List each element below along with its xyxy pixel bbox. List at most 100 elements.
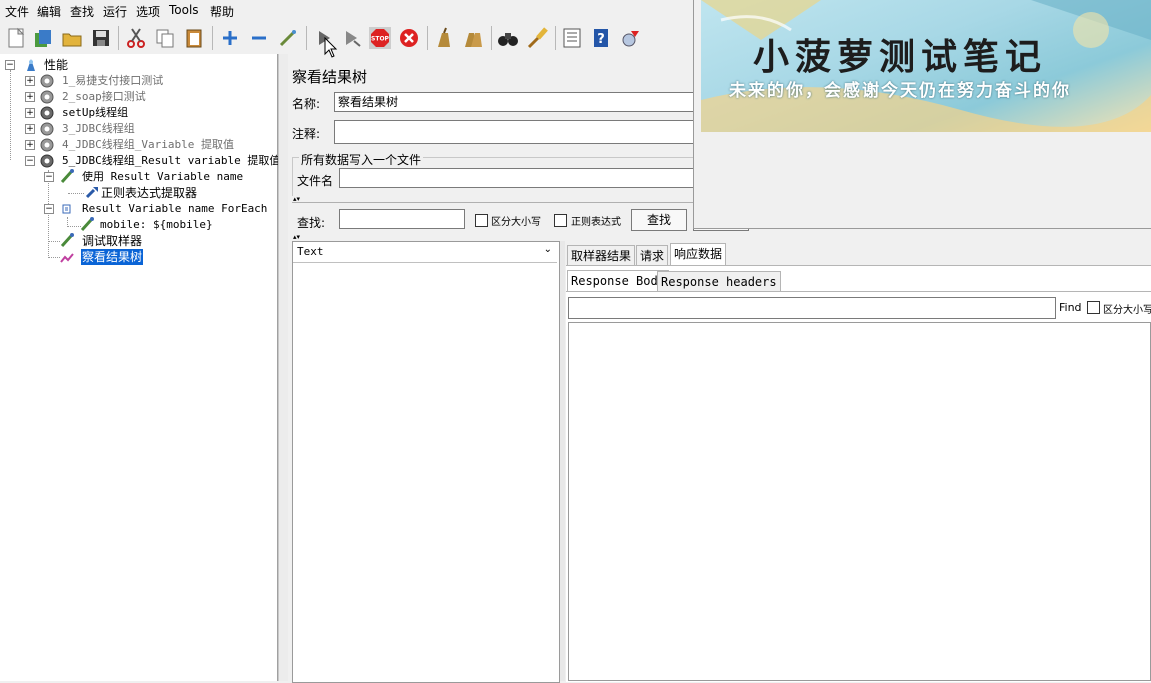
file-group-label: 所有数据写入一个文件 — [299, 151, 424, 168]
tab-response-body[interactable]: Response Body — [567, 270, 669, 291]
collapse-icon[interactable]: − — [44, 204, 54, 214]
search-label: 查找: — [297, 216, 326, 230]
tree-child[interactable]: Result Variable name ForEach — [82, 201, 267, 217]
name-field[interactable]: 察看结果树 — [334, 92, 754, 112]
results-splitter[interactable] — [560, 241, 565, 681]
tree-root[interactable]: 性能 — [44, 57, 68, 73]
cut-icon[interactable] — [125, 27, 147, 49]
debug-sampler-icon — [60, 233, 74, 247]
listener-icon — [60, 253, 74, 263]
tree-item[interactable]: 3_JDBC线程组 — [62, 121, 135, 137]
banner-subtitle: 未来的你，会感谢今天仍在努力奋斗的你 — [729, 81, 1071, 101]
tree-child[interactable]: 调试取样器 — [82, 233, 142, 249]
expand-icon[interactable]: + — [25, 108, 35, 118]
add-icon[interactable] — [219, 27, 241, 49]
mouse-cursor-icon — [324, 37, 338, 58]
tree-child[interactable]: 使用 Result Variable name — [82, 169, 243, 185]
tree-item[interactable]: 5_JDBC线程组_Result variable 提取值 — [62, 153, 280, 169]
find-input[interactable] — [568, 297, 1056, 319]
expand-icon[interactable]: + — [25, 92, 35, 102]
thread-group-icon — [40, 154, 54, 168]
menu-tools[interactable]: Tools — [169, 3, 199, 17]
chevron-down-icon: ⌄ — [543, 244, 552, 255]
clear-all-icon[interactable] — [462, 27, 484, 49]
renderer-value: Text — [297, 245, 324, 258]
reset-search-icon[interactable] — [526, 27, 548, 49]
thread-group-icon — [40, 122, 54, 136]
tab-sampler-result[interactable]: 取样器结果 — [567, 245, 636, 265]
tree-item[interactable]: 4_JDBC线程组_Variable 提取值 — [62, 137, 234, 153]
sampler-icon — [80, 217, 94, 231]
test-plan-tree: − 性能 + 1_易捷支付接口测试 + 2_soap接口测试 + setUp线程… — [0, 54, 280, 681]
tree-child[interactable]: 正则表达式提取器 — [101, 185, 197, 201]
search-icon[interactable] — [497, 27, 519, 49]
thread-group-icon — [40, 74, 54, 88]
clear-icon[interactable] — [433, 27, 455, 49]
tree-child[interactable]: mobile: ${mobile} — [100, 217, 213, 233]
results-list[interactable] — [292, 241, 560, 683]
tab-request[interactable]: 请求 — [636, 245, 669, 265]
collapse-icon[interactable]: − — [44, 172, 54, 182]
menu-run[interactable]: 运行 — [103, 3, 127, 20]
expand-icon[interactable]: + — [25, 76, 35, 86]
menu-help[interactable]: 帮助 — [210, 3, 234, 20]
banner-title: 小菠萝测试笔记 — [753, 36, 1048, 78]
banner-image: 小菠萝测试笔记 未来的你，会感谢今天仍在努力奋斗的你 — [701, 0, 1151, 132]
regex-checkbox[interactable] — [554, 214, 567, 227]
comment-field[interactable] — [334, 120, 754, 144]
sampler-icon — [60, 169, 74, 183]
stop-icon[interactable]: STOP — [369, 27, 391, 49]
renderer-select[interactable]: Text ⌄ — [293, 242, 557, 263]
thread-group-icon — [40, 90, 54, 104]
tab-response-data[interactable]: 响应数据 — [670, 243, 727, 265]
new-icon[interactable] — [5, 27, 27, 49]
filename-label: 文件名 — [297, 174, 334, 188]
tree-item[interactable]: 2_soap接口测试 — [62, 89, 146, 105]
function-helper-icon[interactable] — [561, 27, 583, 49]
tab-response-headers[interactable]: Response headers — [657, 271, 781, 291]
setup-thread-group-icon — [40, 106, 54, 120]
start-no-pause-icon[interactable] — [341, 27, 363, 49]
paste-icon[interactable] — [183, 27, 205, 49]
case-sensitive-checkbox[interactable] — [475, 214, 488, 227]
save-icon[interactable] — [90, 27, 112, 49]
expand-icon[interactable]: + — [25, 140, 35, 150]
svg-text:?: ? — [597, 32, 605, 47]
extractor-icon — [85, 187, 98, 199]
toggle-icon[interactable] — [277, 27, 299, 49]
page-title: 察看结果树 — [292, 68, 368, 86]
response-body-text[interactable] — [568, 322, 1151, 681]
collapse-icon[interactable]: − — [5, 60, 15, 70]
shutdown-icon[interactable] — [398, 27, 420, 49]
collapse-icon[interactable]: − — [25, 156, 35, 166]
menu-file[interactable]: 文件 — [5, 3, 29, 20]
tree-child-selected[interactable]: 察看结果树 — [81, 249, 144, 265]
templates-icon[interactable] — [32, 27, 54, 49]
search-button[interactable]: 查找 — [631, 209, 687, 231]
test-plan-icon — [27, 59, 35, 71]
find-case-checkbox[interactable] — [1087, 301, 1100, 314]
copy-icon[interactable] — [154, 27, 176, 49]
tree-item[interactable]: 1_易捷支付接口测试 — [62, 73, 163, 89]
menu-search[interactable]: 查找 — [70, 3, 94, 20]
remove-icon[interactable] — [248, 27, 270, 49]
menu-edit[interactable]: 编辑 — [37, 3, 61, 20]
foreach-controller-icon — [62, 204, 71, 214]
collapse-arrows-icon[interactable]: ▴▾ — [293, 234, 300, 241]
tree-item[interactable]: setUp线程组 — [62, 105, 128, 121]
expand-icon[interactable]: + — [25, 124, 35, 134]
name-label: 名称: — [292, 97, 321, 111]
find-case-label: 区分大小写 — [1103, 305, 1151, 316]
svg-text:STOP: STOP — [371, 36, 390, 43]
search-input[interactable] — [339, 209, 465, 229]
help-icon[interactable]: ? — [590, 27, 612, 49]
menu-options[interactable]: 选项 — [136, 3, 160, 20]
filename-field[interactable] — [339, 168, 754, 188]
find-label: Find — [1059, 301, 1082, 314]
case-sensitive-label: 区分大小写 — [491, 217, 541, 228]
thread-group-icon — [40, 138, 54, 152]
regex-label: 正则表达式 — [571, 217, 621, 228]
comment-label: 注释: — [292, 127, 321, 141]
remote-icon[interactable] — [619, 27, 641, 49]
open-icon[interactable] — [61, 27, 83, 49]
